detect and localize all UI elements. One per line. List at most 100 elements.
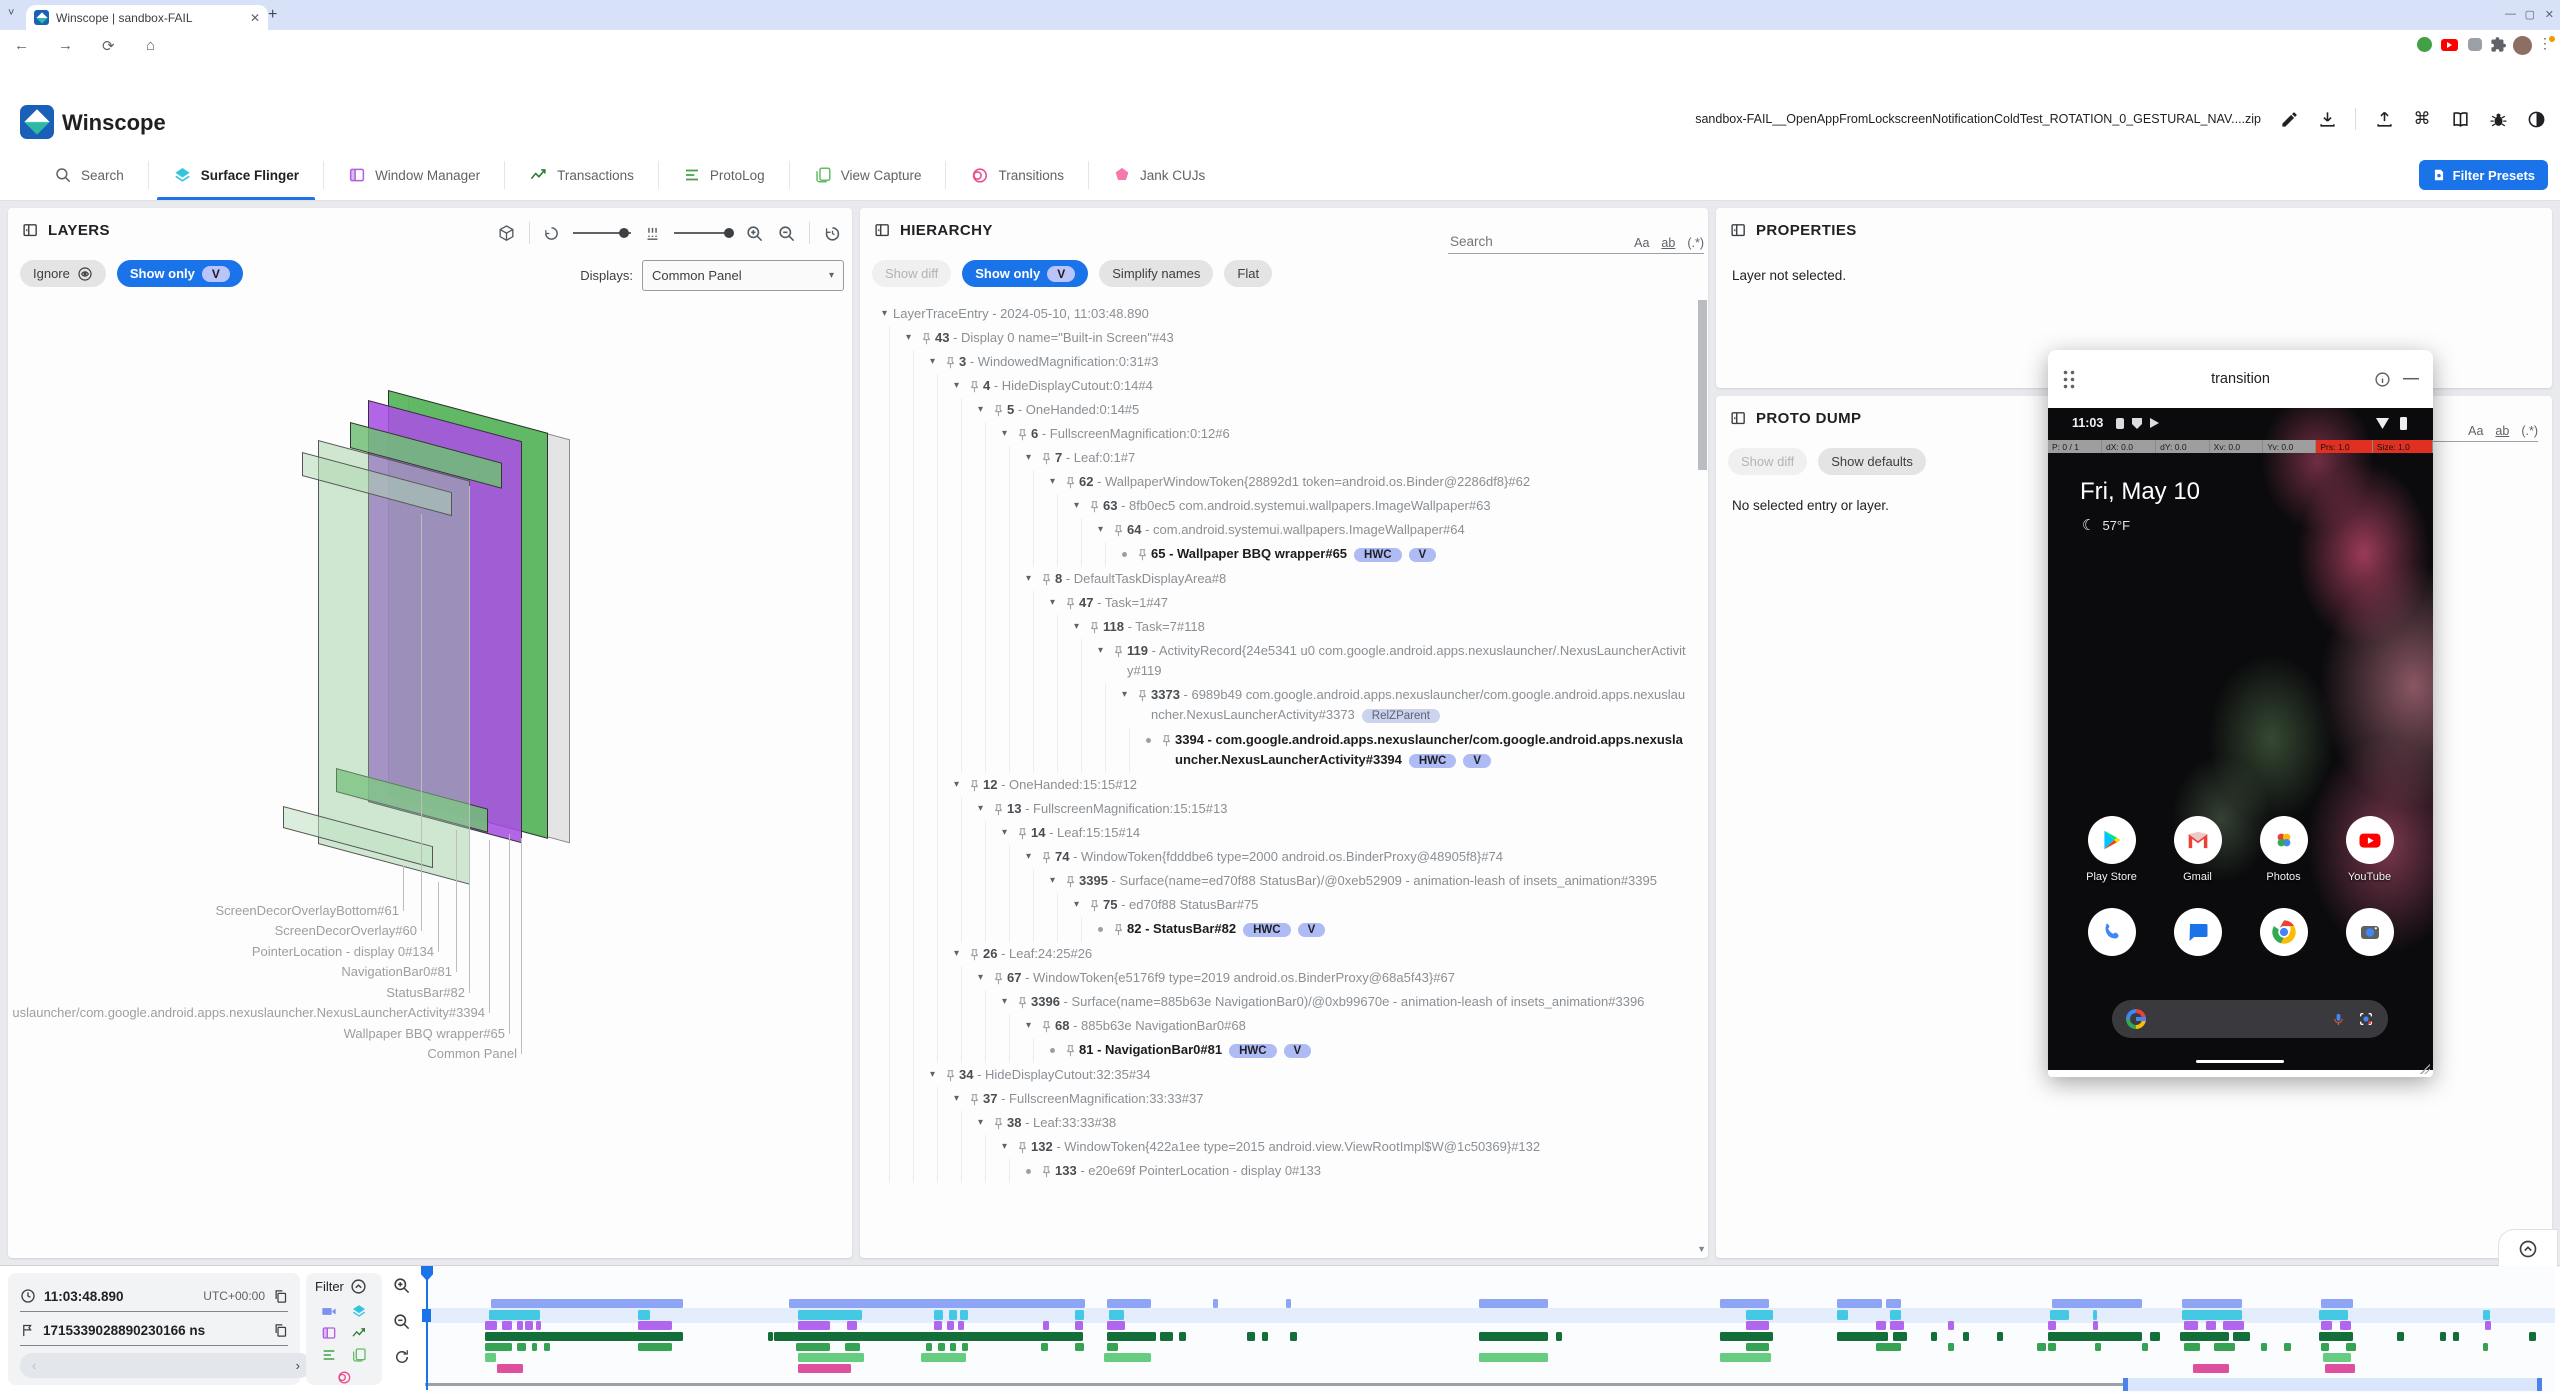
filter-surface-flinger-icon[interactable]: [351, 1303, 367, 1319]
timeline-block-transactions[interactable]: [1179, 1332, 1186, 1341]
tree-node[interactable]: ▾62 - WallpaperWindowToken{28892d1 token…: [868, 470, 1696, 494]
expand-arrow-icon[interactable]: ▾: [1020, 569, 1037, 589]
app-icon-messages[interactable]: [2167, 908, 2229, 956]
timeline-block-protolog[interactable]: [1948, 1343, 1954, 1351]
tree-node[interactable]: ▾68 - 885b63e NavigationBar0#68: [868, 1014, 1696, 1038]
expand-arrow-icon[interactable]: ▾: [996, 1137, 1013, 1157]
reset-view-icon[interactable]: [823, 224, 842, 243]
tree-node[interactable]: ▾6 - FullscreenMagnification:0:12#6: [868, 422, 1696, 446]
timeline-block-transactions[interactable]: [1931, 1332, 1937, 1341]
timeline-block-protolog[interactable]: [532, 1343, 537, 1351]
timeline-block-surface-flinger[interactable]: [1109, 1310, 1124, 1320]
timeline-block-window-manager[interactable]: [536, 1321, 541, 1330]
ns-time-field[interactable]: 1715339028890230166 ns: [20, 1315, 288, 1346]
nav-tab-jank-cujs[interactable]: Jank CUJs: [1089, 150, 1229, 200]
timeline-block-screen-recording[interactable]: [2052, 1299, 2141, 1308]
timeline-block-transactions[interactable]: [2440, 1332, 2446, 1341]
timeline-block-transactions[interactable]: [2397, 1332, 2403, 1341]
timeline-block-transactions[interactable]: [1720, 1332, 1773, 1341]
nav-tab-protolog[interactable]: ProtoLog: [659, 150, 789, 200]
pin-icon[interactable]: [1109, 641, 1127, 661]
expand-arrow-icon[interactable]: ▾: [972, 799, 989, 819]
timeline-block-protolog[interactable]: [1041, 1343, 1048, 1351]
timeline-block-window-manager[interactable]: [958, 1321, 964, 1330]
timeline-block-transactions[interactable]: [2319, 1332, 2353, 1341]
timeline-block-surface-flinger[interactable]: [1075, 1310, 1085, 1320]
timeline-block-view-capture[interactable]: [485, 1353, 497, 1362]
pin-icon[interactable]: [1085, 617, 1103, 637]
timeline-zoom-out-icon[interactable]: [392, 1312, 411, 1331]
timeline-block-protolog[interactable]: [1075, 1343, 1085, 1351]
timeline-block-window-manager[interactable]: [485, 1321, 498, 1330]
tree-node[interactable]: 81 - NavigationBar0#81HWCV: [868, 1038, 1696, 1063]
extension-green-icon[interactable]: [2417, 37, 2432, 52]
browser-tab[interactable]: Winscope | sandbox-FAIL ✕: [26, 5, 268, 30]
human-time-field[interactable]: 11:03:48.890 UTC+00:00: [20, 1281, 288, 1312]
filter-transitions-icon[interactable]: [336, 1369, 352, 1385]
timeline-block-protolog[interactable]: [2142, 1343, 2148, 1351]
dark-mode-icon[interactable]: [2526, 109, 2546, 129]
timeline-block-surface-flinger[interactable]: [2483, 1310, 2490, 1320]
timeline-zoom-range[interactable]: [2123, 1378, 2543, 1391]
filter-presets-button[interactable]: Filter Presets: [2419, 160, 2548, 190]
pin-icon[interactable]: [1061, 871, 1079, 891]
nav-tab-transitions[interactable]: Transitions: [946, 150, 1088, 200]
tree-node[interactable]: ▾74 - WindowToken{fdddbe6 type=2000 andr…: [868, 845, 1696, 869]
timeline-block-transactions[interactable]: [2529, 1332, 2535, 1341]
timeline-block-transactions[interactable]: [2150, 1332, 2160, 1341]
lens-icon[interactable]: [2358, 1011, 2374, 1027]
documentation-book-icon[interactable]: [2450, 109, 2470, 129]
tree-node[interactable]: 3394 - com.google.android.apps.nexuslaun…: [868, 728, 1696, 773]
timeline-block-protolog[interactable]: [950, 1343, 956, 1351]
collapse-timeline-tab[interactable]: [2498, 1229, 2558, 1267]
back-icon[interactable]: ←: [14, 37, 29, 54]
pin-icon[interactable]: [941, 1065, 959, 1085]
timeline-block-surface-flinger[interactable]: [960, 1310, 969, 1320]
timeline-block-transactions[interactable]: [2180, 1332, 2229, 1341]
range-handle-left[interactable]: [2123, 1378, 2128, 1391]
tree-node[interactable]: ▾63 - 8fb0ec5 com.android.systemui.wallp…: [868, 494, 1696, 518]
timeline-block-view-capture[interactable]: [1720, 1353, 1771, 1362]
timeline-block-surface-flinger[interactable]: [1746, 1310, 1774, 1320]
timeline-block-window-manager[interactable]: [638, 1321, 672, 1330]
upload-icon[interactable]: [2374, 109, 2394, 129]
timeline-block-window-manager[interactable]: [2223, 1321, 2244, 1330]
timeline-block-window-manager[interactable]: [2048, 1321, 2055, 1330]
tree-node[interactable]: ▾LayerTraceEntry - 2024-05-10, 11:03:48.…: [868, 302, 1696, 326]
timeline-block-transactions[interactable]: [2048, 1332, 2142, 1341]
tree-node[interactable]: ▾7 - Leaf:0:1#7: [868, 446, 1696, 470]
tree-node[interactable]: ▾3 - WindowedMagnification:0:31#3: [868, 350, 1696, 374]
timeline-block-screen-recording[interactable]: [1837, 1299, 1882, 1308]
collapse-filter-icon[interactable]: [350, 1278, 367, 1295]
expand-arrow-icon[interactable]: ▾: [948, 944, 965, 964]
pin-icon[interactable]: [989, 400, 1007, 420]
collapse-panel-icon[interactable]: [1730, 410, 1747, 427]
pin-icon[interactable]: [1085, 895, 1103, 915]
timeline-block-protolog[interactable]: [485, 1343, 513, 1351]
timeline-block-surface-flinger[interactable]: [489, 1310, 540, 1320]
pin-icon[interactable]: [1061, 472, 1079, 492]
timeline-block-surface-flinger[interactable]: [1837, 1310, 1848, 1320]
expand-arrow-icon[interactable]: ▾: [1092, 641, 1109, 661]
regex-icon[interactable]: (.*): [2521, 424, 2538, 438]
pin-icon[interactable]: [965, 944, 983, 964]
expand-arrow-icon[interactable]: ▾: [972, 1113, 989, 1133]
pin-icon[interactable]: [1013, 823, 1031, 843]
timeline-block-window-manager[interactable]: [517, 1321, 523, 1330]
timeline-block-protolog[interactable]: [638, 1343, 672, 1351]
expand-arrow-icon[interactable]: ▾: [948, 376, 965, 396]
timeline-block-window-manager[interactable]: [1043, 1321, 1049, 1330]
timeline-block-window-manager[interactable]: [2184, 1321, 2198, 1330]
timeline-block-window-manager[interactable]: [1107, 1321, 1125, 1330]
timeline-block-surface-flinger[interactable]: [2093, 1310, 2097, 1320]
expand-arrow-icon[interactable]: ▾: [1044, 871, 1061, 891]
window-maximize-icon[interactable]: ▢: [2525, 8, 2535, 21]
expand-arrow-icon[interactable]: ▾: [1020, 1016, 1037, 1036]
pin-icon[interactable]: [941, 352, 959, 372]
timeline-block-window-manager[interactable]: [502, 1321, 513, 1330]
expand-arrow-icon[interactable]: ▾: [1068, 496, 1085, 516]
timeline-block-screen-recording[interactable]: [1886, 1299, 1901, 1308]
show-defaults-chip[interactable]: Show defaults: [1818, 448, 1926, 475]
timeline-reset-zoom-icon[interactable]: [392, 1348, 411, 1366]
expand-arrow-icon[interactable]: ▾: [948, 775, 965, 795]
